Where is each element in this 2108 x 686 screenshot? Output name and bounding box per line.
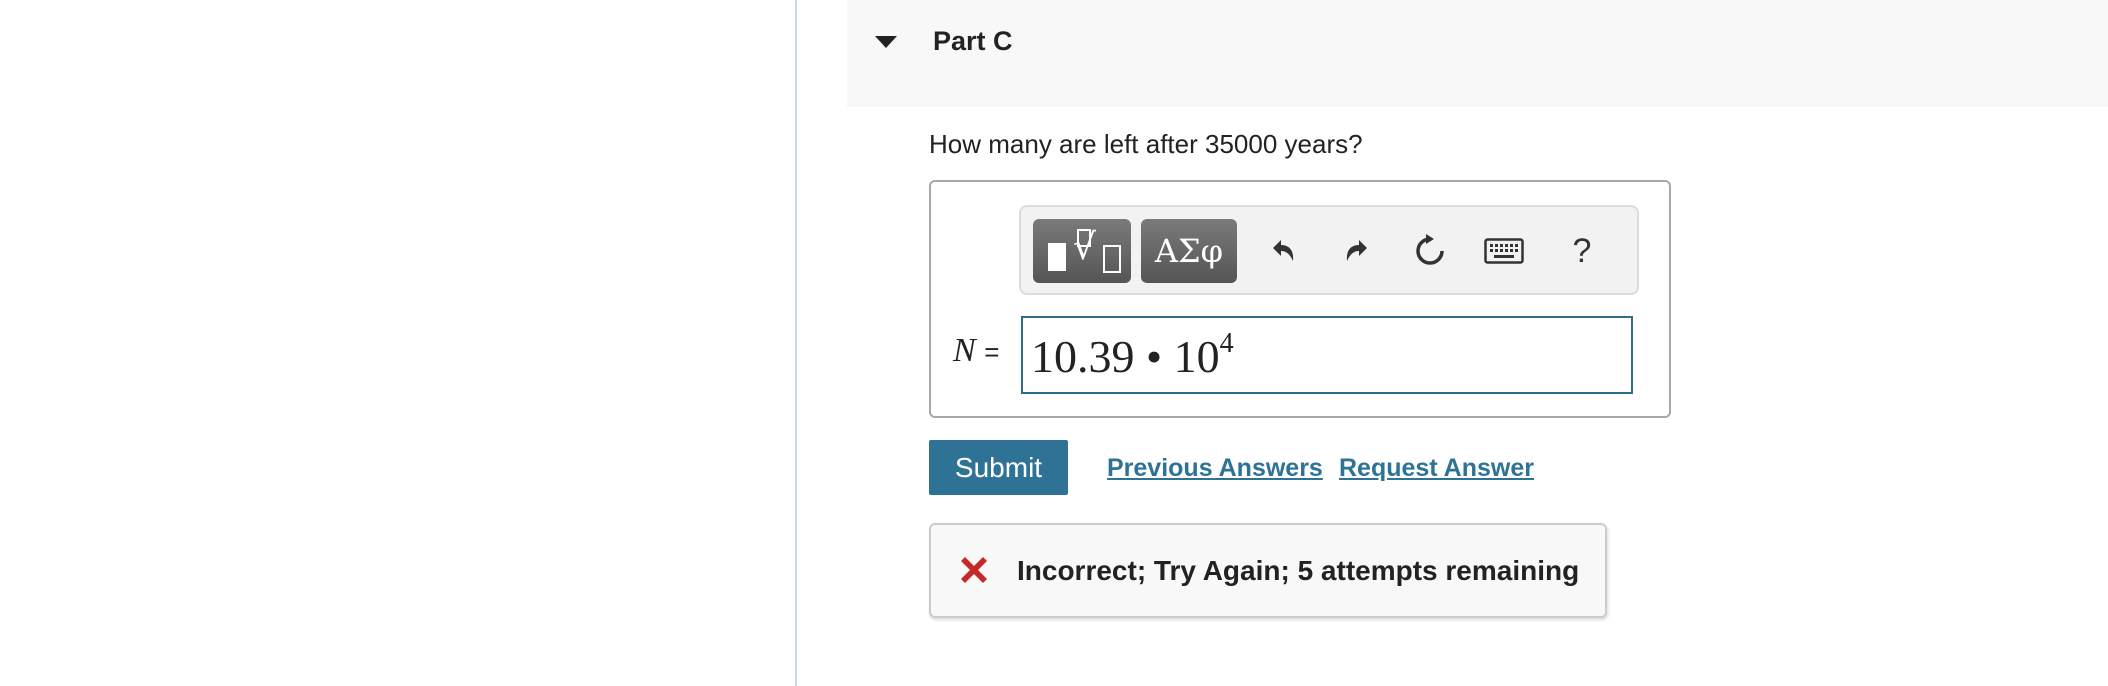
x-icon <box>957 553 991 587</box>
submit-button[interactable]: Submit <box>929 440 1068 495</box>
question-text: How many are left after 35000 years? <box>929 129 1363 159</box>
answer-base: 10 <box>1173 331 1220 382</box>
answer-input[interactable]: 10.39 • 104 <box>1021 316 1633 394</box>
caret-down-icon[interactable] <box>875 36 897 48</box>
templates-button[interactable]: √ <box>1033 219 1131 283</box>
help-button[interactable]: ? <box>1557 225 1607 277</box>
variable-name: N <box>953 332 976 369</box>
answer-box: √ ΑΣφ ? N = 10.39 • 104 <box>929 180 1671 418</box>
feedback-box: Incorrect; Try Again; 5 attempts remaini… <box>929 523 1607 618</box>
part-header[interactable]: Part C <box>847 0 2108 107</box>
equals-sign: = <box>984 337 1000 367</box>
undo-icon[interactable] <box>1257 225 1307 277</box>
request-answer-link[interactable]: Request Answer <box>1339 454 1534 483</box>
left-pane <box>0 0 795 686</box>
keyboard-icon[interactable] <box>1479 225 1529 277</box>
part-title: Part C <box>933 26 1013 56</box>
redo-icon[interactable] <box>1333 225 1383 277</box>
feedback-text: Incorrect; Try Again; 5 attempts remaini… <box>1017 555 1580 586</box>
answer-mantissa: 10.39 <box>1031 331 1135 382</box>
pane-divider[interactable] <box>795 0 797 686</box>
answer-exponent: 4 <box>1219 328 1234 359</box>
reset-icon[interactable] <box>1405 225 1455 277</box>
symbols-button[interactable]: ΑΣφ <box>1141 219 1237 283</box>
previous-answers-link[interactable]: Previous Answers <box>1107 454 1323 483</box>
variable-label: N = <box>953 332 999 370</box>
page: Part C How many are left after 35000 yea… <box>0 0 2108 686</box>
math-toolbar: √ ΑΣφ ? <box>1019 205 1639 295</box>
answer-operator: • <box>1146 331 1163 382</box>
